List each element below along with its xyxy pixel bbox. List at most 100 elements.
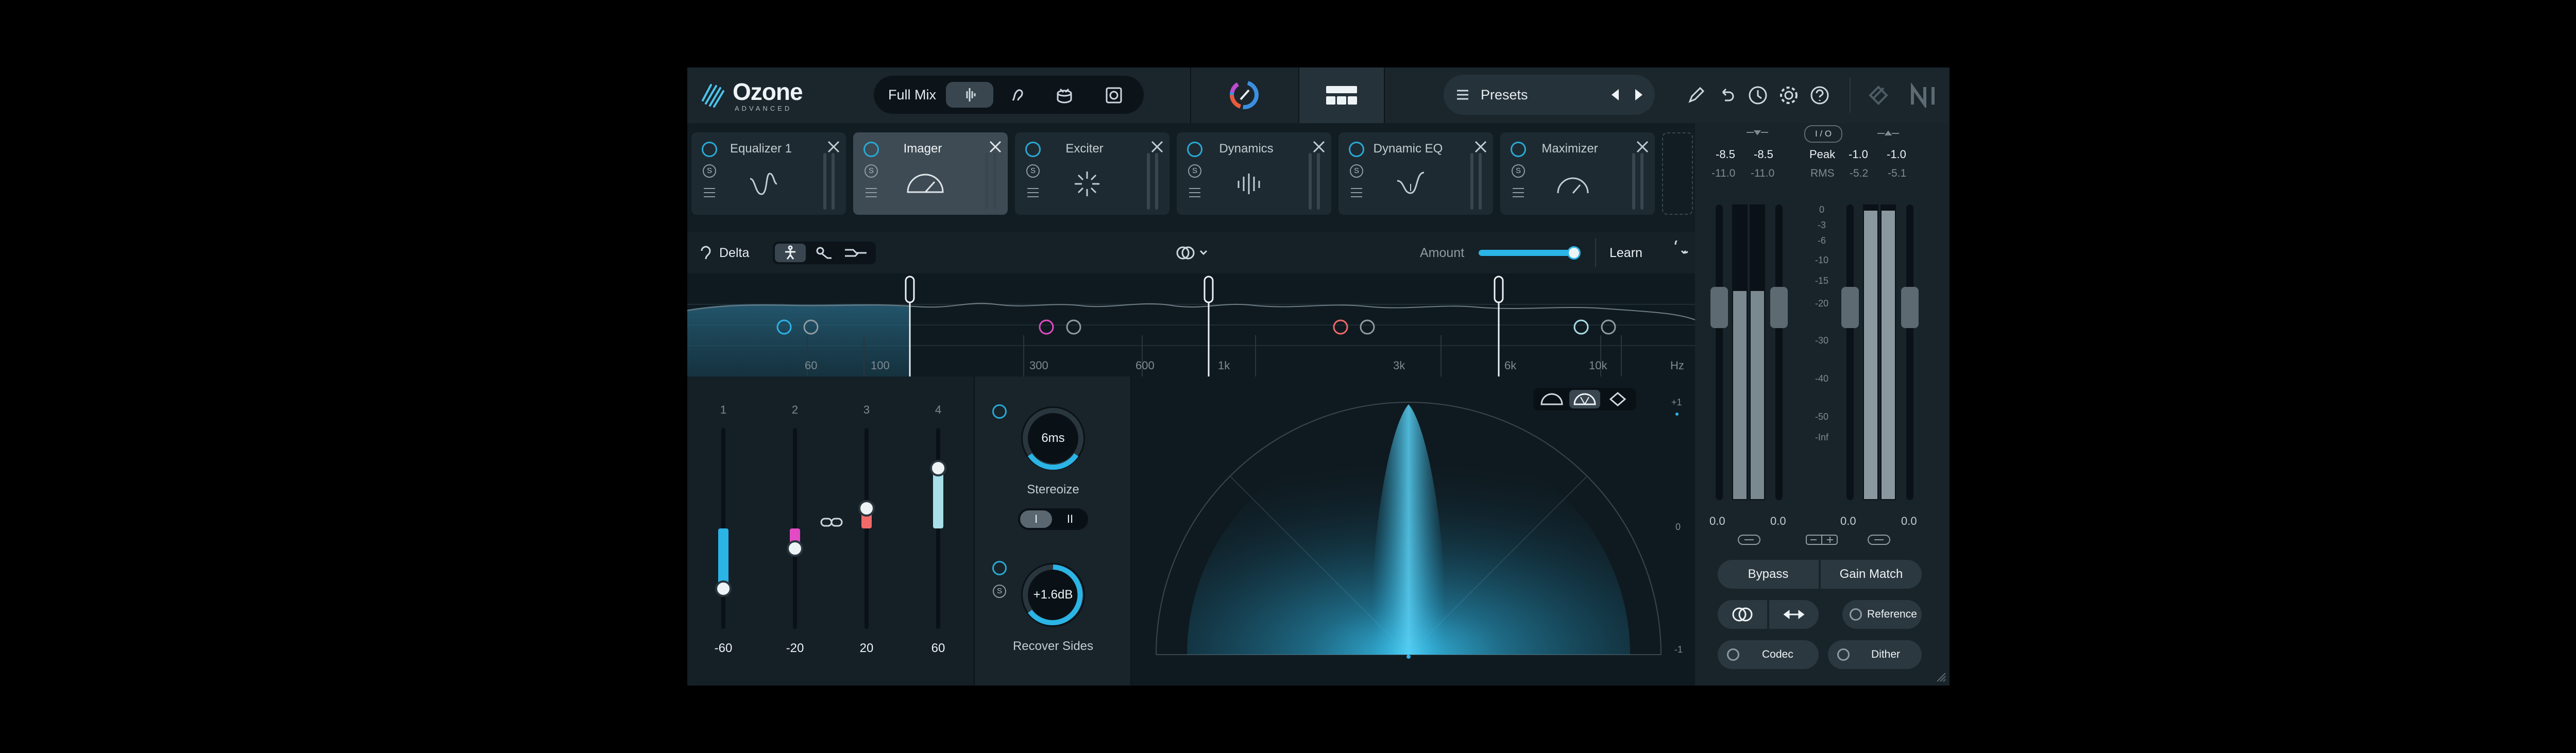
pen-icon[interactable] <box>1687 86 1705 105</box>
close-icon[interactable] <box>1312 140 1326 154</box>
band-fader-handle[interactable] <box>930 460 946 476</box>
input-gain-handle-right[interactable] <box>1770 287 1788 328</box>
module-power-icon[interactable] <box>1187 142 1202 157</box>
band-fader-handle[interactable] <box>787 540 803 557</box>
module-menu-icon[interactable] <box>703 187 716 198</box>
output-gain-fader[interactable] <box>1640 153 1643 210</box>
solo-button[interactable]: S <box>1026 164 1040 178</box>
codec-button[interactable]: Codec <box>1718 640 1819 669</box>
output-gain-handle-right[interactable] <box>1901 287 1919 328</box>
history-icon[interactable] <box>1747 84 1769 107</box>
input-gain-fader[interactable] <box>1632 153 1635 210</box>
close-icon[interactable] <box>1635 140 1650 154</box>
module-dynamic-eq[interactable]: S Dynamic EQ <box>1338 132 1493 215</box>
output-gain-fader[interactable] <box>1479 153 1482 210</box>
stereo-link-icon[interactable] <box>1172 243 1213 263</box>
solo-button[interactable]: S <box>865 164 878 178</box>
close-icon[interactable] <box>826 140 841 154</box>
amount-slider-handle[interactable] <box>1567 246 1581 260</box>
solo-button[interactable]: S <box>1188 164 1201 178</box>
instruments-icon[interactable] <box>1104 85 1124 106</box>
amount-slider[interactable] <box>1479 246 1581 260</box>
help-icon[interactable] <box>1808 84 1831 107</box>
presets-label[interactable]: Presets <box>1481 87 1528 103</box>
history-view-icon[interactable] <box>842 245 871 261</box>
stereoize-power-icon[interactable] <box>992 404 1007 419</box>
reference-button[interactable]: Reference <box>1842 600 1922 629</box>
solo-button[interactable]: S <box>1512 164 1525 178</box>
input-gain-slider-right[interactable] <box>1770 204 1788 500</box>
full-mix-label[interactable]: Full Mix <box>888 87 936 103</box>
input-gain-fader[interactable] <box>823 153 826 210</box>
stereo-mono-button[interactable] <box>1718 600 1767 629</box>
output-gain-fader[interactable] <box>832 153 835 210</box>
ozone-link-icon[interactable] <box>1866 83 1891 108</box>
recover-solo-button[interactable]: S <box>993 585 1006 598</box>
close-icon[interactable] <box>988 140 1003 154</box>
resize-grip-icon[interactable] <box>1935 671 1946 682</box>
output-gain-fader[interactable] <box>1317 153 1320 210</box>
output-gain-fader[interactable] <box>1155 153 1158 210</box>
ear-icon[interactable] <box>698 244 713 262</box>
learn-button[interactable]: Learn <box>1609 246 1642 261</box>
module-power-icon[interactable] <box>1025 142 1041 157</box>
module-exciter[interactable]: S Exciter <box>1015 132 1170 215</box>
module-dynamics[interactable]: S Dynamics <box>1177 132 1331 215</box>
band-2-width-fader[interactable] <box>787 428 803 629</box>
input-gain-fader[interactable] <box>1309 153 1312 210</box>
module-menu-icon[interactable] <box>1512 187 1525 198</box>
input-gain-handle[interactable] <box>1710 287 1728 328</box>
band-1-width-fader[interactable] <box>715 428 732 629</box>
input-link-icon[interactable] <box>1737 533 1761 546</box>
io-toggle[interactable]: I / O <box>1804 125 1842 143</box>
module-menu-icon[interactable] <box>1188 187 1201 198</box>
assistant-icon[interactable] <box>1226 77 1262 113</box>
reference-power-icon[interactable] <box>1850 608 1862 621</box>
module-menu-icon[interactable] <box>865 187 878 198</box>
output-link-icon[interactable] <box>1867 533 1891 546</box>
output-gain-handle[interactable] <box>1841 287 1859 328</box>
waveform-view-button[interactable] <box>946 82 993 108</box>
module-equalizer-1[interactable]: S Equalizer 1 <box>691 132 846 215</box>
stereo-view-button[interactable] <box>775 244 806 262</box>
next-preset-icon[interactable] <box>1631 87 1647 102</box>
reset-icon[interactable] <box>1663 241 1688 265</box>
band-3-width-fader[interactable] <box>858 428 875 629</box>
gain-match-button[interactable]: Gain Match <box>1821 560 1922 589</box>
module-maximizer[interactable]: S Maximizer <box>1500 132 1655 215</box>
ozone-logo[interactable]: Ozone ADVANCED <box>699 77 812 114</box>
settings-gear-icon[interactable] <box>1777 84 1800 107</box>
module-imager[interactable]: S Imager <box>853 132 1008 215</box>
close-icon[interactable] <box>1150 140 1164 154</box>
module-power-icon[interactable] <box>863 142 879 157</box>
stereoize-mode-2-button[interactable]: II <box>1054 510 1086 528</box>
input-gain-slider[interactable] <box>1710 204 1728 500</box>
solo-button[interactable]: S <box>1350 164 1363 178</box>
module-menu-icon[interactable] <box>1350 187 1363 198</box>
vocal-icon[interactable] <box>1008 85 1028 106</box>
swap-channels-button[interactable] <box>1769 600 1819 629</box>
bypass-button[interactable]: Bypass <box>1718 560 1819 589</box>
undo-icon[interactable] <box>1718 86 1736 105</box>
module-menu-icon[interactable] <box>1026 187 1040 198</box>
recover-power-icon[interactable] <box>992 561 1007 575</box>
output-gain-slider-right[interactable] <box>1901 204 1919 500</box>
codec-power-icon[interactable] <box>1727 648 1739 661</box>
input-gain-fader[interactable] <box>1470 153 1473 210</box>
dither-button[interactable]: Dither <box>1828 640 1922 669</box>
module-power-icon[interactable] <box>1349 142 1364 157</box>
output-offset-icon[interactable] <box>1805 533 1838 546</box>
drums-icon[interactable] <box>1054 85 1075 106</box>
output-gain-fader[interactable] <box>993 153 996 210</box>
input-chevron-icon[interactable] <box>1744 128 1770 139</box>
output-chevron-icon[interactable] <box>1875 128 1901 139</box>
solo-button[interactable]: S <box>703 164 716 178</box>
band-fader-handle[interactable] <box>715 580 732 597</box>
add-module-slot[interactable] <box>1662 132 1693 215</box>
band-link-icon[interactable] <box>819 515 844 530</box>
delta-label[interactable]: Delta <box>719 246 749 261</box>
previous-preset-icon[interactable] <box>1607 87 1623 102</box>
input-gain-fader[interactable] <box>985 153 988 210</box>
stereoize-mode-1-button[interactable]: I <box>1020 510 1052 528</box>
dither-power-icon[interactable] <box>1837 648 1850 661</box>
